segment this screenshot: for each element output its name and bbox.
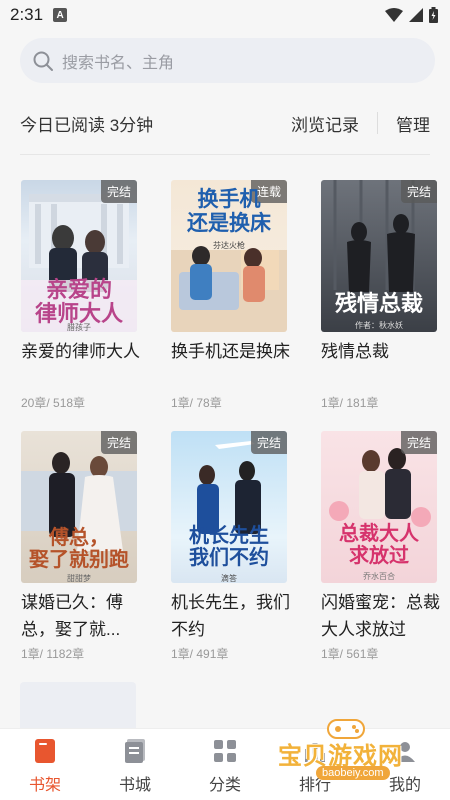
wifi-icon [385,8,403,22]
status-badge: 完结 [400,180,437,203]
book-card[interactable]: 完结 亲爱的 律师大人 腊孩子 亲爱的律师大人 20章/ 518章 [21,180,140,411]
book-card[interactable]: 连载 换手机 还是换床 芬达火枪 换手机还是换床 1章/ 78章 [171,180,290,411]
book-placeholder-card [20,682,136,732]
search-placeholder: 搜索书名、主角 [62,54,175,72]
status-indicators [385,7,438,23]
profile-icon [391,737,419,765]
category-icon [211,737,239,765]
cover-title: 傅总， 娶了就别跑 [29,527,129,571]
cover-author: 甜甜梦 [67,574,91,583]
bookshelf-icon [31,737,59,765]
status-badge: 完结 [100,180,137,203]
book-progress: 1章/ 1182章 [21,647,85,661]
book-cover[interactable]: 连载 换手机 还是换床 芬达火枪 [171,180,287,332]
search-input[interactable]: 搜索书名、主角 [20,38,435,83]
cover-author: 芬达火枪 [213,241,245,250]
tab-label: 排行 [298,777,331,794]
status-badge: 完结 [250,431,287,454]
book-title: 谋婚已久：傅总，娶了就... [21,593,123,639]
cover-author: 作者：秋水妖 [355,321,403,330]
bookstore-icon [121,737,149,765]
book-title: 亲爱的律师大人 [21,342,140,361]
battery-icon [429,7,438,23]
tab-profile[interactable]: 我的 [360,729,450,800]
book-progress: 1章/ 561章 [321,647,379,661]
cover-title: 总裁大人 求放过 [339,523,419,567]
status-badge: 完结 [400,431,437,454]
manage-button[interactable]: 管理 [396,111,430,136]
book-progress: 1章/ 181章 [321,396,379,410]
book-title: 机长先生，我们不约 [171,593,290,639]
book-title: 换手机还是换床 [171,342,290,361]
tab-label: 分类 [208,777,241,794]
book-progress: 1章/ 78章 [171,396,222,410]
reading-actions: 浏览记录 管理 [291,111,430,136]
tab-label: 书架 [28,777,61,794]
tab-category[interactable]: 分类 [180,729,270,800]
tab-ranking[interactable]: 排行 [270,729,360,800]
book-cover[interactable]: 完结 总裁大人 求放过 乔水百合 [321,431,437,583]
book-title: 闪婚蜜宠：总裁大人求放过 [321,593,440,639]
tab-label: 我的 [388,777,421,794]
browse-history-button[interactable]: 浏览记录 [291,111,359,136]
book-cover[interactable]: 完结 机长先生 我们不约 滴答 [171,431,287,583]
divider-line [20,154,430,155]
book-card[interactable]: 完结 残情总裁 作者：秋水妖 残情总裁 1章/ 181章 [321,180,437,411]
tab-bookshelf[interactable]: 书架 [0,729,90,800]
divider [377,112,378,134]
bottom-tab-bar: 书架 书城 分类 排行 我的 [0,728,450,800]
book-card[interactable]: 完结 机长先生 我们不约 滴答 机长先生，我们不约 1章/ 491章 [171,431,290,662]
cover-author: 腊孩子 [67,323,91,332]
tab-bookstore[interactable]: 书城 [90,729,180,800]
cover-title: 机长先生 我们不约 [189,525,269,569]
reading-summary-row: 今日已阅读 3分钟 浏览记录 管理 [20,108,430,138]
today-reading-time: 今日已阅读 3分钟 [20,115,154,135]
book-progress: 20章/ 518章 [21,396,86,410]
book-card[interactable]: 完结 总裁大人 求放过 乔水百合 闪婚蜜宠：总裁大人求放过 1章/ 561章 [321,431,440,662]
ranking-icon [301,737,329,765]
book-progress: 1章/ 491章 [171,647,229,661]
cover-title: 换手机 还是换床 [187,188,271,235]
search-icon [33,51,53,71]
signal-icon [409,8,423,22]
status-bar: 2:31 A [0,0,450,30]
tab-label: 书城 [118,777,151,794]
book-cover[interactable]: 完结 残情总裁 作者：秋水妖 [321,180,437,332]
cover-title: 残情总裁 [334,291,423,316]
book-cover[interactable]: 完结 傅总， 娶了就别跑 甜甜梦 [21,431,137,583]
notification-app-icon: A [53,8,68,22]
cover-author: 乔水百合 [363,572,395,581]
cover-title: 亲爱的 律师大人 [34,277,123,326]
book-card[interactable]: 完结 傅总， 娶了就别跑 甜甜梦 谋婚已久：傅总，娶了就... 1章/ 1182… [21,431,137,662]
status-time: 2:31 [10,5,44,24]
status-badge: 完结 [100,431,137,454]
book-title: 残情总裁 [321,342,389,361]
cover-author: 滴答 [221,574,237,583]
book-cover[interactable]: 完结 亲爱的 律师大人 腊孩子 [21,180,137,332]
